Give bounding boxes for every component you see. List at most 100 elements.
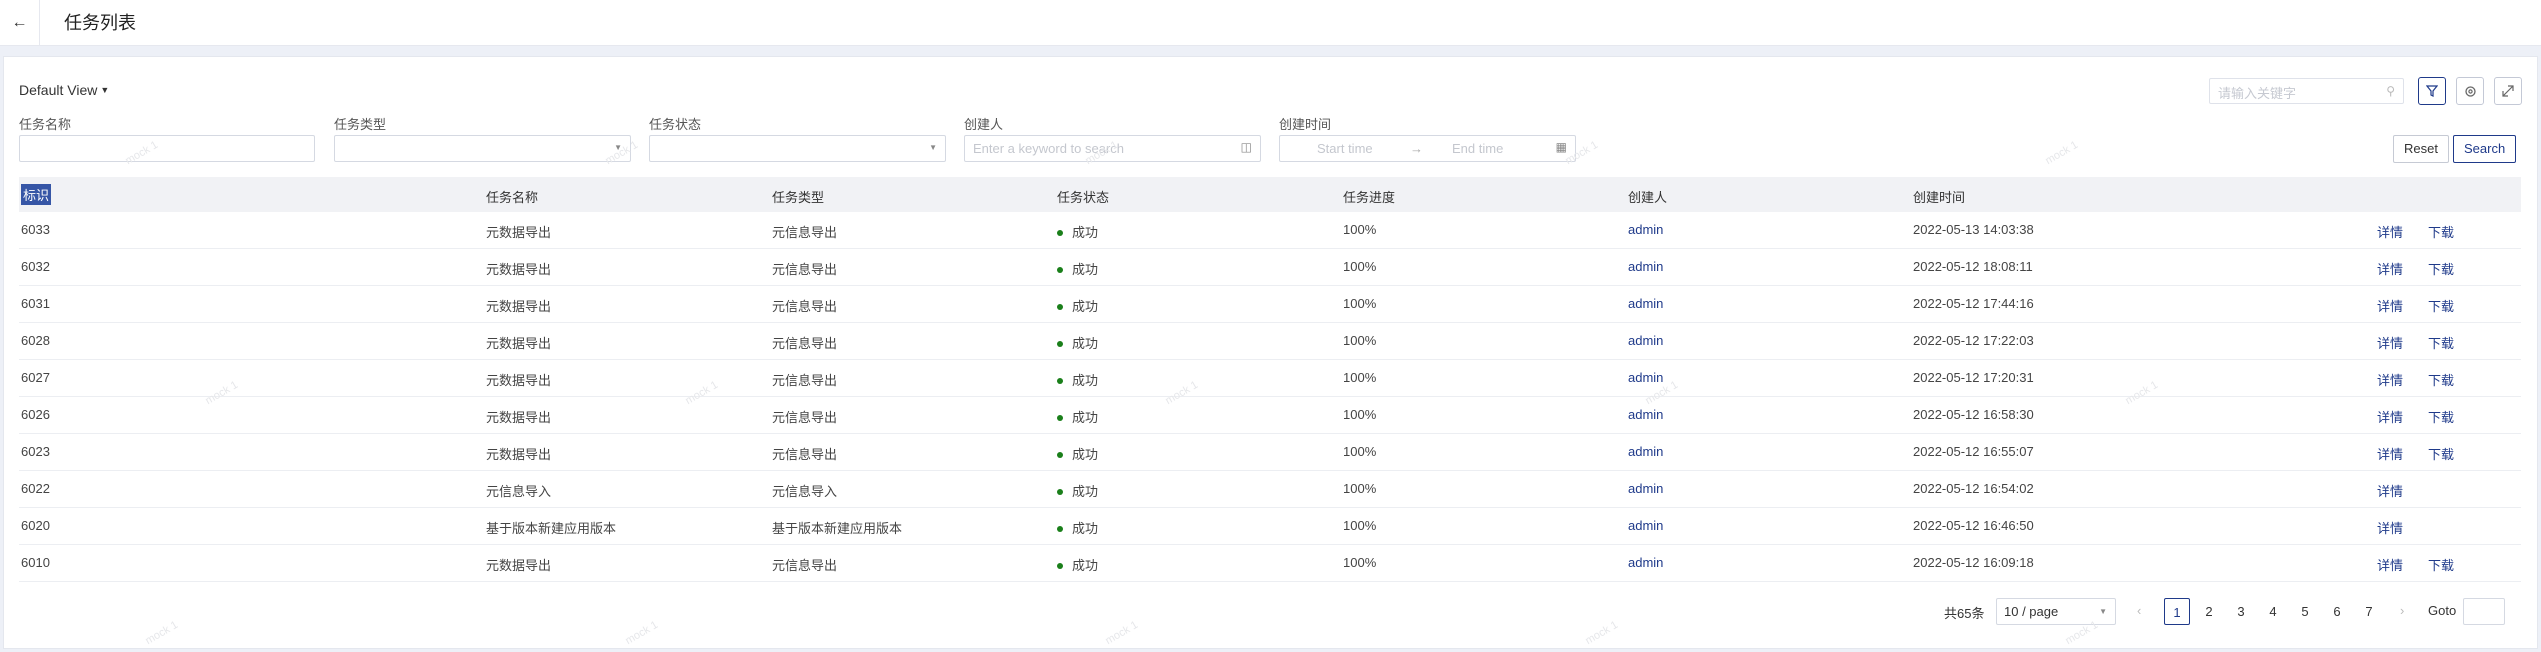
download-link[interactable]: 下载 [2428,407,2454,426]
cell-progress-text: 100% [1343,370,1377,385]
page-button[interactable]: 3 [2228,598,2254,625]
page-button[interactable]: 6 [2324,598,2350,625]
calendar-icon: ▦ [1555,140,1567,154]
cell-creator[interactable]: admin [1628,407,1663,422]
view-selector[interactable]: Default View ▼ [19,82,109,98]
cell-status-text: 成功 [1072,373,1099,388]
cell-creator[interactable]: admin [1628,370,1663,385]
keyword-search-input[interactable]: 请输入关键字 ⚲ [2209,78,2404,104]
cell-task-type: 元信息导出 [772,222,837,241]
cell-creator[interactable]: admin [1628,333,1663,348]
search-button[interactable]: Search [2453,135,2517,163]
download-link[interactable]: 下载 [2428,555,2454,574]
filter-icon [2426,85,2438,97]
total-count: 共65条 [1944,606,1985,621]
cell-task-name: 元数据导出 [486,296,551,315]
task-name-input[interactable] [19,135,315,162]
task-type-select[interactable]: ▼ [334,135,631,162]
back-button[interactable]: ← [0,0,40,46]
cell-creator-text: admin [1628,407,1664,422]
cell-creator[interactable]: admin [1628,481,1663,496]
cell-id-text: 6033 [21,222,50,237]
cell-task-name-text: 元数据导出 [486,447,552,462]
cell-status: 成功 [1057,259,1098,278]
next-page-icon[interactable]: › [2400,603,2404,618]
details-link[interactable]: 详情 [2377,407,2403,426]
task-status-select[interactable]: ▼ [649,135,946,162]
task-status-label: 任务状态 [649,117,702,132]
download-link[interactable]: 下载 [2428,333,2454,352]
reset-button[interactable]: Reset [2393,135,2449,163]
details-link[interactable]: 详情 [2377,259,2403,278]
creator-input[interactable]: Enter a keyword to search ◫ [964,135,1261,162]
cell-created-time-text: 2022-05-12 16:54:02 [1913,481,2034,496]
cell-created-time: 2022-05-13 14:03:38 [1913,222,2034,237]
page-button[interactable]: 4 [2260,598,2286,625]
details-link[interactable]: 详情 [2377,333,2403,352]
status-dot-icon [1057,452,1063,458]
cell-progress-text: 100% [1343,259,1377,274]
created-time-range[interactable]: Start time → End time ▦ [1279,135,1576,162]
cell-id-text: 6032 [21,259,50,274]
download-link[interactable]: 下载 [2428,296,2454,315]
status-dot-icon [1057,304,1063,310]
table-row: 6031 元数据导出 元信息导出 成功 100% admin 2022-05-12 17:4… [19,286,2521,323]
task-type-label: 任务类型 [334,117,387,132]
table-row: 6033 元数据导出 元信息导出 成功 100% admin 2022-05-13 14:0… [19,212,2521,249]
column-header-creator[interactable]: 创建人 [1628,187,1667,206]
cell-created-time-text: 2022-05-12 17:44:16 [1913,296,2034,311]
details-link[interactable]: 详情 [2377,555,2403,574]
cell-creator[interactable]: admin [1628,518,1663,533]
cell-progress-text: 100% [1343,518,1377,533]
filter-button[interactable] [2418,77,2446,105]
cell-status: 成功 [1057,518,1098,537]
status-dot-icon [1057,230,1063,236]
download-link[interactable]: 下载 [2428,222,2454,241]
column-header-status[interactable]: 任务状态 [1057,187,1109,206]
cell-creator[interactable]: admin [1628,444,1663,459]
details-link[interactable]: 详情 [2377,481,2403,500]
cell-status-text: 成功 [1072,484,1099,499]
cell-creator[interactable]: admin [1628,222,1663,237]
page-button[interactable]: 7 [2356,598,2382,625]
column-header-name[interactable]: 任务名称 [486,187,538,206]
status-dot-icon [1057,267,1063,273]
settings-button[interactable] [2456,77,2484,105]
goto-page-input[interactable] [2463,598,2505,625]
cell-created-time-text: 2022-05-12 16:46:50 [1913,518,2034,533]
cell-task-type-text: 元信息导出 [772,558,838,573]
column-header-id[interactable]: 标识 [21,184,52,205]
download-link[interactable]: 下载 [2428,444,2454,463]
column-header-created-time[interactable]: 创建时间 [1913,187,1965,206]
page-button[interactable]: 5 [2292,598,2318,625]
page-button[interactable]: 2 [2196,598,2222,625]
download-link[interactable]: 下载 [2428,370,2454,389]
table-row: 6027 元数据导出 元信息导出 成功 100% admin 2022-05-12 17:2… [19,360,2521,397]
table-row: 6026 元数据导出 元信息导出 成功 100% admin 2022-05-12 16:5… [19,397,2521,434]
column-header-progress[interactable]: 任务进度 [1343,187,1395,206]
details-link[interactable]: 详情 [2377,296,2403,315]
cell-creator-text: admin [1628,333,1664,348]
details-link[interactable]: 详情 [2377,222,2403,241]
cell-task-name-text: 元数据导出 [486,558,552,573]
cell-creator[interactable]: admin [1628,296,1663,311]
status-dot-icon [1057,489,1063,495]
cell-creator[interactable]: admin [1628,259,1663,274]
details-link[interactable]: 详情 [2377,444,2403,463]
download-link[interactable]: 下载 [2428,259,2454,278]
page-button[interactable]: 1 [2164,598,2190,625]
details-link[interactable]: 详情 [2377,370,2403,389]
cell-status-text: 成功 [1072,410,1099,425]
details-link[interactable]: 详情 [2377,518,2403,537]
table-row: 6022 元信息导入 元信息导入 成功 100% admin 2022-05-12 16:5… [19,471,2521,508]
column-header-type[interactable]: 任务类型 [772,187,824,206]
keyword-search-placeholder: 请输入关键字 [2218,86,2297,101]
cell-task-type-text: 元信息导出 [772,225,838,240]
cell-creator[interactable]: admin [1628,555,1663,570]
page-size-select[interactable]: 10 / page ▼ [1996,598,2116,625]
fullscreen-button[interactable] [2494,77,2522,105]
prev-page-icon[interactable]: ‹ [2137,603,2141,618]
cell-task-name-text: 元数据导出 [486,299,552,314]
cell-status-text: 成功 [1072,299,1099,314]
cell-task-name: 元数据导出 [486,444,551,463]
